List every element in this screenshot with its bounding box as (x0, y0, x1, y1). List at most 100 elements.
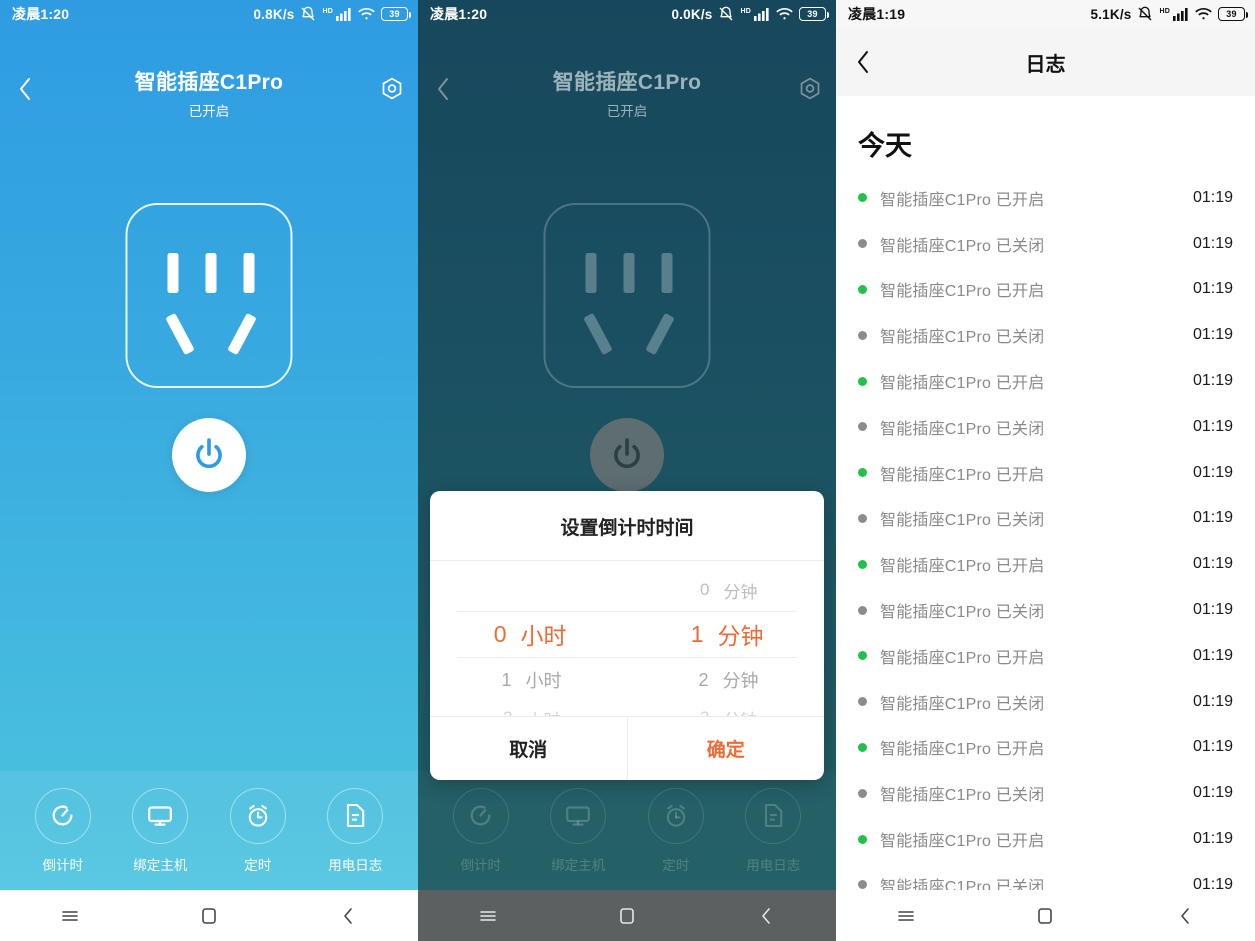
header-titles: 智能插座C1Pro 已开启 (0, 28, 418, 120)
list-item[interactable]: 智能插座C1Pro 已开启 01:19 (858, 633, 1233, 679)
battery-indicator: 39 (1218, 7, 1248, 21)
home-icon[interactable] (179, 906, 239, 926)
list-item[interactable]: 智能插座C1Pro 已开启 01:19 (858, 450, 1233, 496)
action-bind-host[interactable]: 绑定主机 (535, 787, 621, 874)
action-power-log[interactable]: 用电日志 (312, 787, 398, 874)
list-item[interactable]: 智能插座C1Pro 已开启 01:19 (858, 816, 1233, 862)
list-item[interactable]: 智能插座C1Pro 已关闭 01:19 (858, 496, 1233, 542)
status-dot (858, 742, 867, 752)
socket-pin-vertical-center (205, 253, 217, 293)
status-bar: 凌晨1:20 0.8K/s HD 39 (0, 0, 418, 28)
signal-icon (1173, 7, 1189, 21)
list-item[interactable]: 智能插座C1Pro 已开启 01:19 (858, 267, 1233, 313)
list-item[interactable]: 智能插座C1Pro 已开启 01:19 (858, 358, 1233, 404)
back-icon[interactable] (736, 906, 796, 926)
picker-unit: 分钟 (717, 623, 764, 649)
back-icon[interactable] (1155, 906, 1215, 926)
home-icon[interactable] (597, 906, 657, 926)
log-time: 01:19 (1192, 601, 1233, 619)
picker-unit: 分钟 (723, 582, 758, 602)
home-icon[interactable] (1015, 906, 1075, 926)
log-time: 01:19 (1192, 463, 1233, 481)
list-item[interactable]: 智能插座C1Pro 已关闭 01:19 (858, 312, 1233, 358)
picker-number: 1 (690, 620, 704, 647)
log-time: 01:19 (1192, 646, 1233, 664)
countdown-icon (452, 787, 509, 844)
status-dot (858, 330, 867, 340)
action-label: 绑定主机 (551, 857, 606, 873)
cancel-button[interactable]: 取消 (430, 717, 627, 780)
picker-number: 3 (694, 708, 709, 716)
picker-item[interactable] (430, 568, 627, 612)
android-nav-bar (0, 890, 418, 941)
menu-icon[interactable] (458, 908, 518, 924)
mute-bell-icon (300, 6, 316, 22)
status-bar-left: 凌晨1:20 (12, 4, 69, 24)
socket-pin-vertical-right (661, 253, 673, 293)
back-button[interactable] (426, 72, 460, 106)
page-title: 日志 (1025, 53, 1066, 76)
back-button[interactable] (8, 72, 42, 106)
action-timer[interactable]: 定时 (633, 787, 719, 874)
wifi-icon (776, 7, 793, 21)
log-time: 01:19 (1192, 188, 1233, 206)
power-toggle-button[interactable] (172, 418, 246, 492)
log-time: 01:19 (1192, 784, 1233, 802)
picker-item-selected[interactable]: 0 小时 (430, 612, 627, 656)
list-item[interactable]: 智能插座C1Pro 已开启 01:19 (858, 175, 1233, 221)
time-picker[interactable]: 0 小时 1 小时 2 小时 (430, 561, 824, 716)
countdown-icon (34, 787, 91, 844)
socket-pin-diagonal-right (227, 312, 257, 356)
status-dot (858, 788, 867, 798)
back-icon[interactable] (318, 906, 378, 926)
power-toggle-button[interactable] (590, 418, 664, 492)
socket-pin-diagonal-left (583, 312, 613, 356)
action-timer[interactable]: 定时 (215, 787, 301, 874)
status-dot (858, 559, 867, 569)
list-item[interactable]: 智能插座C1Pro 已开启 01:19 (858, 541, 1233, 587)
picker-item[interactable]: 3 分钟 (627, 696, 824, 716)
header-titles: 智能插座C1Pro 已开启 (418, 28, 836, 120)
picker-item-selected[interactable]: 1 分钟 (627, 612, 824, 656)
status-dot (858, 605, 867, 615)
settings-gear-icon[interactable] (792, 71, 828, 107)
panel2-background: 凌晨1:20 0.0K/s HD 39 智能插座C1Pro 已开启 倒计时 绑定… (418, 0, 836, 941)
status-bar-right: 5.1K/s HD 39 (1091, 6, 1248, 22)
list-item[interactable]: 智能插座C1Pro 已关闭 01:19 (858, 587, 1233, 633)
list-item[interactable]: 智能插座C1Pro 已关闭 01:19 (858, 770, 1233, 816)
picker-column-hours[interactable]: 0 小时 1 小时 2 小时 (430, 561, 627, 717)
socket-pin-vertical-center (623, 253, 635, 293)
menu-icon[interactable] (876, 908, 936, 924)
alarm-clock-icon (647, 787, 704, 844)
list-item[interactable]: 智能插座C1Pro 已关闭 01:19 (858, 404, 1233, 450)
action-power-log[interactable]: 用电日志 (730, 787, 816, 874)
document-icon (327, 787, 384, 844)
picker-item[interactable]: 2 小时 (430, 696, 627, 716)
countdown-dialog: 设置倒计时时间 0 小时 1 小时 0 分钟 1 分钟 2 分钟 取消 确定 (430, 491, 824, 780)
panel3-background: 凌晨1:19 5.1K/s HD 39 日志 今天 智能插座C1Pro 已开启 … (836, 0, 1255, 941)
app-header: 智能插座C1Pro 已开启 (418, 28, 836, 119)
action-countdown[interactable]: 倒计时 (20, 787, 106, 874)
android-nav-bar (418, 890, 836, 941)
list-item[interactable]: 智能插座C1Pro 已开启 01:19 (858, 725, 1233, 771)
log-text: 智能插座C1Pro 已关闭 (880, 237, 1045, 255)
settings-gear-icon[interactable] (374, 71, 410, 107)
list-item[interactable]: 智能插座C1Pro 已关闭 01:19 (858, 679, 1233, 725)
menu-icon[interactable] (40, 908, 100, 924)
log-text: 智能插座C1Pro 已关闭 (880, 787, 1045, 805)
action-label: 定时 (662, 857, 690, 873)
back-button[interactable] (846, 45, 880, 79)
picker-item[interactable]: 0 分钟 (627, 568, 824, 612)
action-label: 倒计时 (42, 857, 84, 873)
action-countdown[interactable]: 倒计时 (438, 787, 524, 874)
action-bind-host[interactable]: 绑定主机 (117, 787, 203, 874)
hd-label: HD (322, 8, 333, 15)
list-item[interactable]: 智能插座C1Pro 已关闭 01:19 (858, 221, 1233, 267)
socket-pin-diagonal-left (165, 312, 195, 356)
picker-column-minutes[interactable]: 0 分钟 1 分钟 2 分钟 (627, 561, 824, 716)
log-list[interactable]: 智能插座C1Pro 已开启 01:19 智能插座C1Pro 已关闭 01:19 智能… (836, 175, 1255, 908)
document-icon (745, 787, 802, 844)
confirm-button[interactable]: 确定 (626, 717, 825, 780)
hd-label: HD (1159, 8, 1170, 15)
socket-graphic (125, 203, 293, 388)
